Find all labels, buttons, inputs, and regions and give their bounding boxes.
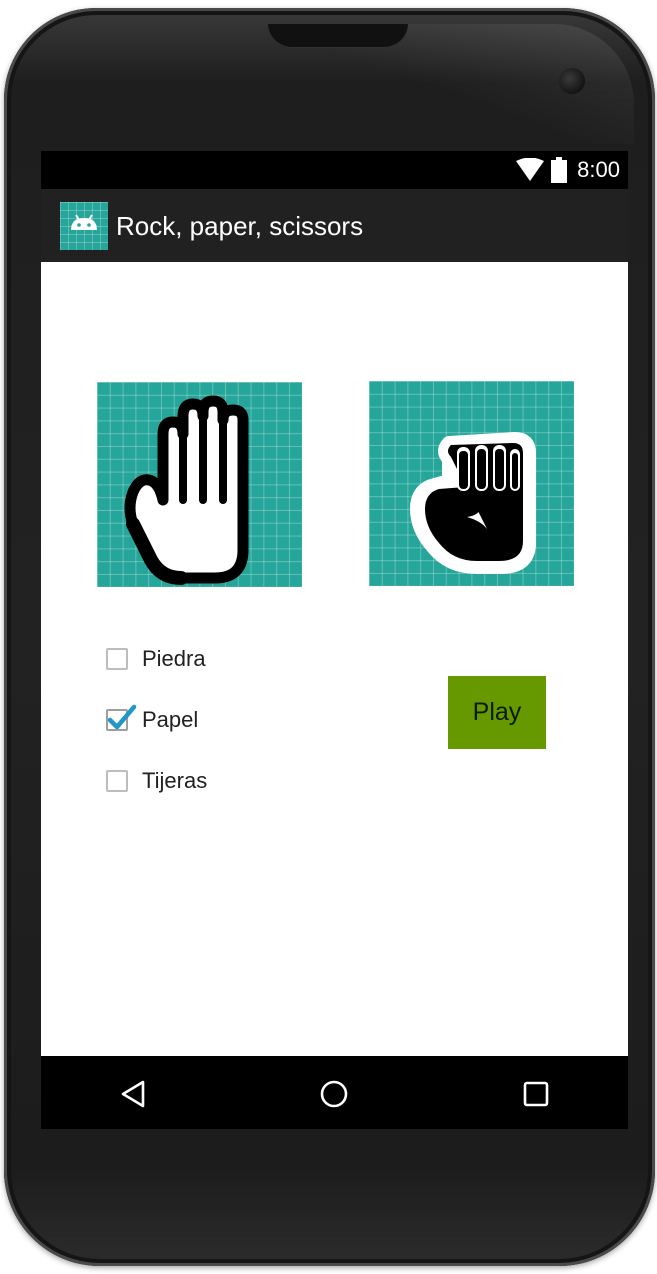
status-bar: 8:00 [41, 151, 628, 189]
option-papel[interactable]: Papel [106, 703, 198, 737]
status-icons: 8:00 [515, 157, 620, 183]
checkbox-tijeras[interactable] [106, 770, 128, 792]
home-icon [320, 1080, 348, 1108]
navigation-bar [41, 1056, 628, 1129]
fist-rock-icon [410, 432, 536, 574]
device-screen: 8:00 Rock, paper, scissors Piedra Papel … [41, 151, 628, 1129]
earpiece-speaker [268, 24, 408, 48]
player-choice-image [97, 382, 302, 587]
option-tijeras[interactable]: Tijeras [106, 764, 207, 798]
status-time: 8:00 [577, 157, 620, 182]
app-title: Rock, paper, scissors [116, 211, 364, 241]
back-button[interactable] [113, 1074, 153, 1114]
checkmark-icon [107, 704, 137, 730]
recents-button[interactable] [516, 1074, 556, 1114]
main-content: Piedra Papel Tijeras Play [41, 262, 628, 1056]
android-icon [60, 202, 108, 250]
play-button[interactable]: Play [448, 676, 546, 749]
battery-icon [551, 157, 568, 183]
checkbox-piedra[interactable] [106, 648, 128, 670]
app-bar: Rock, paper, scissors [41, 189, 628, 262]
option-label-papel: Papel [142, 707, 199, 732]
front-camera [559, 68, 585, 94]
home-button[interactable] [314, 1074, 354, 1114]
checkbox-papel[interactable] [106, 704, 137, 731]
option-label-piedra: Piedra [142, 646, 206, 671]
option-piedra[interactable]: Piedra [106, 642, 206, 676]
opponent-choice-image [369, 381, 574, 586]
open-hand-paper-icon [124, 395, 249, 585]
wifi-icon [516, 158, 545, 181]
option-label-tijeras: Tijeras [142, 768, 208, 793]
recents-icon [523, 1081, 549, 1107]
back-icon [121, 1080, 145, 1108]
